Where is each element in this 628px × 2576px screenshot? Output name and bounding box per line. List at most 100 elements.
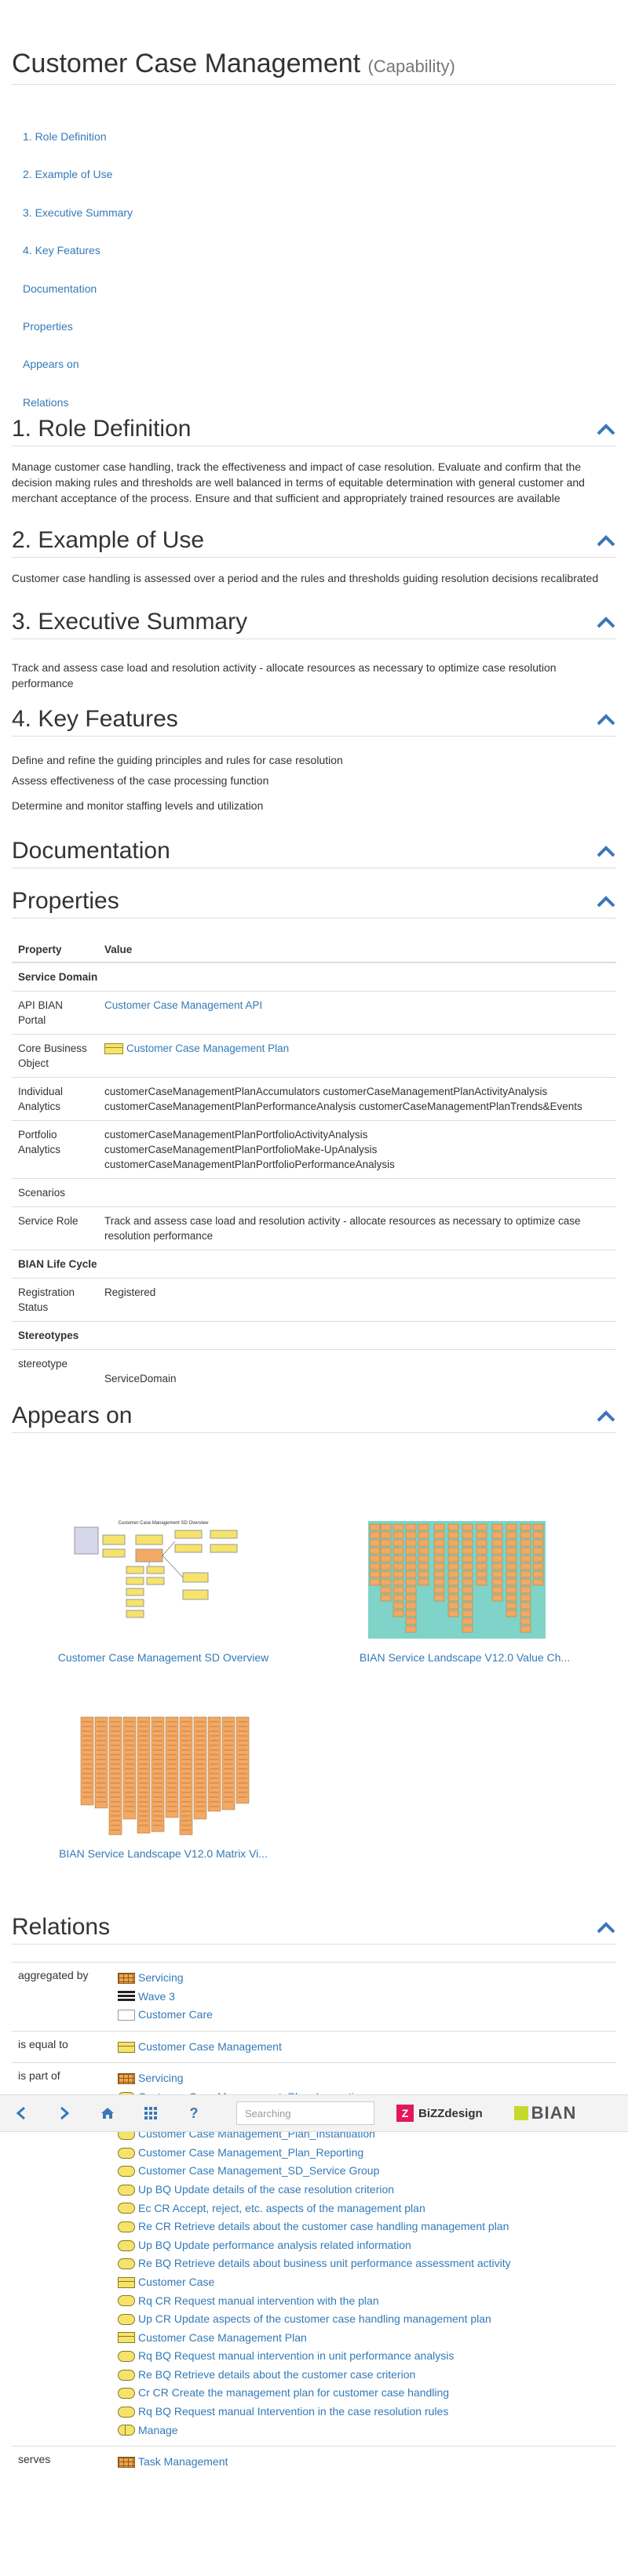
- toc-example-of-use[interactable]: 2. Example of Use: [12, 155, 616, 193]
- sd-overview-diagram-image[interactable]: Customer Case Management SD Overview: [65, 1518, 261, 1642]
- grid-element-icon: [118, 1972, 135, 1984]
- sd-overview-link[interactable]: Customer Case Management SD Overview: [34, 1651, 293, 1664]
- core-business-object-link[interactable]: Customer Case Management Plan: [126, 1042, 289, 1054]
- relation-item[interactable]: Wave 3: [118, 1988, 616, 2007]
- relation-item[interactable]: Cr CR Create the management plan for cus…: [118, 2384, 616, 2403]
- toc-executive-summary[interactable]: 3. Executive Summary: [12, 194, 616, 231]
- property-name: Service Role: [12, 1206, 98, 1250]
- chevron-left-icon[interactable]: [11, 2103, 31, 2123]
- section-example-of-use: 2. Example of Use Customer case handling…: [12, 527, 616, 591]
- property-name: Individual Analytics: [12, 1077, 98, 1121]
- table-row: API BIAN Portal Customer Case Management…: [12, 991, 616, 1035]
- bizzdesign-logo-text: BiZZdesign: [418, 2106, 483, 2120]
- property-name: Portfolio Analytics: [12, 1120, 98, 1179]
- property-name: stereotype: [12, 1349, 98, 1392]
- section-properties: Properties Property Value Service Domain…: [12, 888, 616, 1392]
- relation-item[interactable]: Customer Case Management_Plan_Reporting: [118, 2144, 616, 2163]
- relation-item[interactable]: Rq BQ Request manual Intervention in the…: [118, 2403, 616, 2421]
- bian-logo-mark: [513, 2106, 528, 2120]
- property-value: ServiceDomain: [98, 1349, 616, 1392]
- chevron-up-icon[interactable]: [596, 422, 616, 436]
- portfolio-analytics-item: customerCaseManagementPlanPortfolioPerfo…: [104, 1159, 395, 1170]
- relation-item[interactable]: Re BQ Retrieve details about the custome…: [118, 2366, 616, 2385]
- property-name: Scenarios: [12, 1178, 98, 1207]
- relation-item-label: Re CR Retrieve details about the custome…: [138, 2220, 509, 2233]
- help-icon[interactable]: ?: [184, 2103, 204, 2123]
- home-icon[interactable]: [97, 2103, 118, 2123]
- chevron-up-icon[interactable]: [596, 1409, 616, 1423]
- toc-appears-on[interactable]: Appears on: [12, 345, 616, 383]
- bian-logo[interactable]: BIAN: [513, 2103, 577, 2123]
- relation-item[interactable]: Customer Case Management Plan: [118, 2329, 616, 2348]
- relation-item-label: Wave 3: [138, 1989, 175, 2003]
- relation-targets: Customer Case Management: [118, 2038, 616, 2057]
- relation-item[interactable]: Manage: [118, 2421, 616, 2440]
- value-chain-link[interactable]: BIAN Service Landscape V12.0 Value Ch...: [335, 1651, 594, 1664]
- column-header: Value: [98, 937, 616, 963]
- toc-documentation[interactable]: Documentation: [12, 270, 616, 307]
- properties-table: Property Value Service Domain API BIAN P…: [12, 937, 616, 1392]
- diagram-thumbnail[interactable]: BIAN Service Landscape V12.0 Value Ch...: [335, 1518, 594, 1664]
- matrix-view-link[interactable]: BIAN Service Landscape V12.0 Matrix Vi..…: [34, 1847, 293, 1860]
- relation-item[interactable]: Servicing: [118, 2069, 616, 2088]
- relation-row: is equal to Customer Case Management: [12, 2030, 616, 2063]
- section-header: 2. Example of Use: [12, 527, 616, 558]
- chevron-up-icon[interactable]: [596, 615, 616, 629]
- grid-element-icon: [118, 2457, 135, 2469]
- chevron-up-icon[interactable]: [596, 533, 616, 548]
- relation-item[interactable]: Up CR Update aspects of the customer cas…: [118, 2310, 616, 2329]
- diagram-thumbnail[interactable]: BIAN Service Landscape V12.0 Matrix Vi..…: [34, 1714, 293, 1860]
- wave-element-icon: [118, 1991, 135, 2003]
- chevron-right-icon[interactable]: [54, 2103, 75, 2123]
- role-definition-text: Manage customer case handling, track the…: [12, 460, 585, 504]
- business-object-icon: [104, 1043, 123, 1055]
- grid-icon[interactable]: [141, 2103, 161, 2123]
- pill-element-icon: [118, 2184, 135, 2196]
- toc-properties[interactable]: Properties: [12, 307, 616, 345]
- relation-item[interactable]: Ec CR Accept, reject, etc. aspects of th…: [118, 2199, 616, 2218]
- relation-item[interactable]: Servicing: [118, 1969, 616, 1988]
- relation-item[interactable]: Customer Case: [118, 2273, 616, 2292]
- section-header: Relations: [12, 1914, 616, 1945]
- pill-element-icon: [118, 2147, 135, 2159]
- table-row: Service Role Track and assess case load …: [12, 1206, 616, 1250]
- table-row: Core Business Object Customer Case Manag…: [12, 1034, 616, 1078]
- relation-item[interactable]: Rq BQ Request manual intervention in uni…: [118, 2347, 616, 2366]
- table-row: Scenarios: [12, 1178, 616, 1207]
- example-of-use-text: Customer case handling is assessed over …: [12, 572, 599, 584]
- api-portal-link[interactable]: Customer Case Management API: [104, 999, 262, 1011]
- relations-table: aggregated by Servicing Wave 3 Customer Car…: [12, 1962, 616, 2478]
- page-title-type: (Capability): [367, 56, 455, 76]
- relation-item[interactable]: Customer Case Management: [118, 2038, 616, 2057]
- relation-item-label: Customer Case Management_SD_Service Grou…: [138, 2164, 380, 2178]
- relation-item[interactable]: Up BQ Update performance analysis relate…: [118, 2236, 616, 2255]
- relation-item[interactable]: Task Management: [118, 2453, 616, 2472]
- relation-item-label: Task Management: [138, 2455, 228, 2469]
- bizzdesign-logo[interactable]: Z BiZZdesign: [396, 2105, 483, 2122]
- relation-item[interactable]: Rq CR Request manual intervention with t…: [118, 2292, 616, 2311]
- relation-item[interactable]: Re CR Retrieve details about the custome…: [118, 2218, 616, 2236]
- diagram-thumbnail[interactable]: Customer Case Management SD Overview Cus…: [34, 1518, 293, 1664]
- section-key-features: 4. Key Features Define and refine the gu…: [12, 706, 616, 818]
- chevron-up-icon[interactable]: [596, 844, 616, 858]
- relation-item[interactable]: Customer Case Management_SD_Service Grou…: [118, 2162, 616, 2181]
- group-label: Service Domain: [12, 962, 616, 991]
- chevron-up-icon[interactable]: [596, 894, 616, 908]
- search-input[interactable]: Searching: [236, 2101, 374, 2125]
- table-row: Portfolio Analytics customerCaseManageme…: [12, 1120, 616, 1179]
- chevron-up-icon[interactable]: [596, 712, 616, 726]
- relation-item[interactable]: Re BQ Retrieve details about business un…: [118, 2254, 616, 2273]
- property-name: Core Business Object: [12, 1034, 98, 1078]
- toc-role-definition[interactable]: 1. Role Definition: [12, 118, 616, 155]
- group-label: BIAN Life Cycle: [12, 1250, 616, 1279]
- section-documentation: Documentation: [12, 838, 616, 868]
- relation-item[interactable]: Customer Care: [118, 2006, 616, 2025]
- value-chain-diagram-image[interactable]: [367, 1518, 563, 1642]
- page-header: Customer Case Management (Capability): [12, 49, 616, 85]
- column-header: Property: [12, 937, 98, 963]
- relation-item-label: Servicing: [138, 2072, 184, 2085]
- matrix-view-diagram-image[interactable]: [65, 1714, 261, 1838]
- relation-item[interactable]: Up BQ Update details of the case resolut…: [118, 2181, 616, 2199]
- toc-key-features[interactable]: 4. Key Features: [12, 231, 616, 269]
- chevron-up-icon[interactable]: [596, 1920, 616, 1934]
